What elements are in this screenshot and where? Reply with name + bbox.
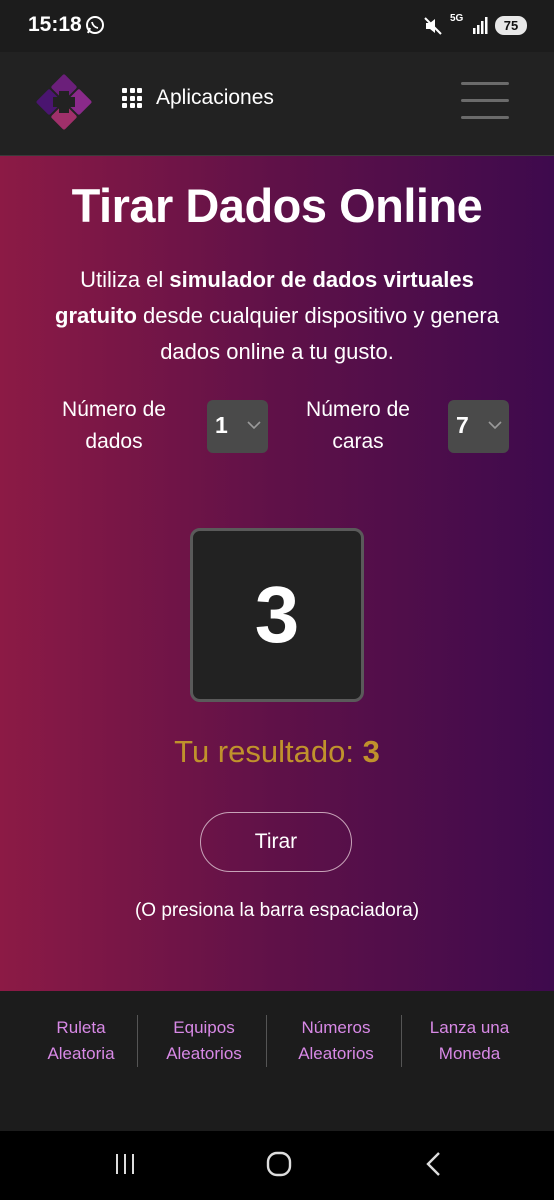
footer-link-line2: Aleatoria [47, 1044, 115, 1063]
footer-link-line1: Lanza una [429, 1018, 510, 1037]
footer-link-line2: Moneda [438, 1044, 501, 1063]
footer-link-line2: Aleatorios [298, 1044, 374, 1063]
page-title: Tirar Dados Online [71, 179, 483, 232]
status-bar: 15:18 5G 75 [0, 0, 554, 52]
footer-link-moneda[interactable]: Lanza una Moneda [412, 1015, 527, 1067]
grid-icon [122, 88, 142, 108]
dice-count-select[interactable]: 1 [207, 400, 268, 453]
faces-count-label: Número de caras [290, 394, 426, 458]
faces-count-value: 7 [456, 412, 469, 438]
footer-link-line1: Equipos [173, 1018, 235, 1037]
footer-link-numeros[interactable]: Números Aleatorios [278, 1015, 394, 1067]
dice-label-line1: Número de [62, 398, 166, 421]
footer-link-equipos[interactable]: Equipos Aleatorios [148, 1015, 260, 1067]
home-icon[interactable] [266, 1151, 292, 1177]
site-header: Aplicaciones [0, 52, 554, 156]
hero-section: Tirar Dados Online Utiliza el simulador … [0, 156, 554, 991]
chevron-down-icon [247, 421, 261, 430]
battery-icon: 75 [495, 16, 527, 35]
signal-icon [473, 17, 488, 34]
faces-count-select[interactable]: 7 [448, 400, 509, 453]
spacebar-hint: (O presiona la barra espaciadora) [134, 900, 420, 921]
footer-links: Ruleta Aleatoria Equipos Aleatorios Núme… [0, 991, 554, 1131]
faces-label-line2: caras [332, 430, 384, 453]
dice-count-label: Número de dados [48, 394, 180, 458]
intro-text: Utiliza el simulador de dados virtuales … [40, 262, 514, 370]
footer-link-line2: Aleatorios [166, 1044, 242, 1063]
roll-button[interactable]: Tirar [200, 812, 352, 872]
intro-suffix: desde cualquier dispositivo y genera dad… [136, 303, 499, 364]
result-label: Tu resultado: [174, 734, 363, 769]
mute-icon [424, 17, 442, 35]
chevron-down-icon [488, 421, 502, 430]
dice-result-box: 3 [190, 528, 364, 702]
footer-link-line1: Ruleta [56, 1018, 106, 1037]
footer-divider [401, 1015, 402, 1067]
network-indicator: 5G [450, 13, 464, 24]
status-time: 15:18 [28, 13, 82, 36]
back-icon[interactable] [424, 1151, 444, 1177]
dice-label-line2: dados [85, 430, 143, 453]
apps-label: Aplicaciones [156, 86, 274, 109]
recent-apps-icon[interactable] [114, 1153, 136, 1175]
footer-link-ruleta[interactable]: Ruleta Aleatoria [26, 1015, 136, 1067]
whatsapp-icon [86, 16, 104, 34]
hamburger-menu-icon[interactable] [461, 82, 509, 120]
footer-divider [266, 1015, 267, 1067]
intro-prefix: Utiliza el [80, 267, 170, 292]
system-nav-bar [0, 1131, 554, 1200]
faces-label-line1: Número de [306, 398, 410, 421]
footer-link-line1: Números [301, 1018, 371, 1037]
logo-icon[interactable] [33, 71, 95, 133]
result-text: Tu resultado: 3 [0, 734, 554, 770]
footer-divider [137, 1015, 138, 1067]
apps-menu-link[interactable]: Aplicaciones [122, 86, 274, 110]
dice-count-value: 1 [215, 412, 228, 438]
result-value: 3 [362, 734, 380, 769]
